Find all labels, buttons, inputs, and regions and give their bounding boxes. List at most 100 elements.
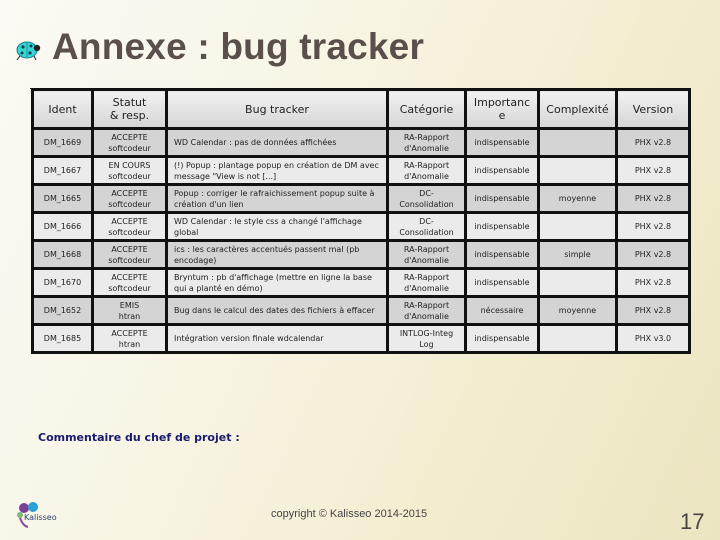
page-number: 17 [680, 509, 705, 534]
header-ident: Ident [31, 88, 94, 130]
bug-description-cell: WD Calendar : pas de données affichées [165, 127, 389, 158]
category-cell: DC-Consolidation [386, 211, 467, 242]
bug-description-text: WD Calendar : pas de données affichées [174, 138, 337, 147]
table-row[interactable]: DM_1670 ACCEPTE softcodeur Bryntum : pb d'a… [31, 267, 691, 298]
importance-cell: indispensable [464, 267, 540, 298]
version-text: PHX v2.8 [634, 306, 672, 315]
table-row[interactable]: DM_1667 EN COURS softcodeur (!) Popup : pla… [31, 155, 691, 186]
table-row[interactable]: DM_1685 ACCEPTE htran Intégration version f… [31, 323, 691, 354]
category-cell: RA-Rapport d'Anomalie [386, 267, 467, 298]
ident-cell: DM_1667 [31, 155, 94, 186]
importance-cell: indispensable [464, 211, 540, 242]
complexity-cell [537, 323, 618, 354]
status-resp: softcodeur [108, 227, 151, 237]
version-cell: PHX v2.8 [615, 127, 691, 158]
header-status: Statut & resp. [91, 88, 168, 130]
ident-text: DM_1668 [43, 250, 82, 259]
category-text: RA-Rapport d'Anomalie [403, 272, 450, 293]
ident-cell: DM_1685 [31, 323, 94, 354]
status-text: EN COURS [108, 160, 151, 170]
bug-description-cell: Bug dans le calcul des dates des fichier… [165, 295, 389, 326]
importance-cell: nécessaire [464, 295, 540, 326]
category-text: RA-Rapport d'Anomalie [403, 300, 450, 321]
header-complexity: Complexité [537, 88, 618, 130]
ident-text: DM_1652 [43, 306, 82, 315]
status-resp: softcodeur [108, 283, 151, 293]
complexity-text: moyenne [558, 306, 597, 315]
status-cell: ACCEPTE htran [91, 323, 168, 354]
complexity-cell [537, 127, 618, 158]
bug-description-text: WD Calendar : le style css a changé l'af… [174, 216, 362, 237]
importance-text: indispensable [474, 166, 530, 175]
version-cell: PHX v2.8 [615, 267, 691, 298]
header-category: Catégorie [386, 88, 467, 130]
version-cell: PHX v2.8 [615, 183, 691, 214]
importance-text: indispensable [474, 194, 530, 203]
status-text: ACCEPTE [111, 272, 148, 282]
status-cell: ACCEPTE softcodeur [91, 127, 168, 158]
importance-text: indispensable [474, 222, 530, 231]
table-row[interactable]: DM_1668 ACCEPTE softcodeur ics : les caract… [31, 239, 691, 270]
status-text: EMIS [119, 300, 140, 310]
importance-cell: indispensable [464, 239, 540, 270]
version-text: PHX v2.8 [634, 278, 672, 287]
category-text: INTLOG-Integ Log [399, 328, 454, 349]
complexity-cell [537, 211, 618, 242]
version-text: PHX v2.8 [634, 166, 672, 175]
complexity-text: simple [564, 250, 591, 259]
complexity-cell: moyenne [537, 295, 618, 326]
ident-text: DM_1669 [43, 138, 82, 147]
importance-text: nécessaire [480, 306, 524, 315]
status-text: ACCEPTE [111, 244, 148, 254]
importance-text: indispensable [474, 278, 530, 287]
category-cell: DC-Consolidation [386, 183, 467, 214]
table-row[interactable]: DM_1665 ACCEPTE softcodeur Popup : corriger… [31, 183, 691, 214]
category-cell: RA-Rapport d'Anomalie [386, 295, 467, 326]
importance-cell: indispensable [464, 155, 540, 186]
status-resp: htran [118, 339, 141, 349]
bug-description-text: Bryntum : pb d'affichage (mettre en lign… [174, 272, 372, 293]
table-row[interactable]: DM_1669 ACCEPTE softcodeur WD Calendar : pa… [31, 127, 691, 158]
table-header-row: Ident Statut & resp. Bug tracker Catégorie Im… [31, 88, 691, 130]
table-row[interactable]: DM_1666 ACCEPTE softcodeur WD Calendar : le… [31, 211, 691, 242]
table-row[interactable]: DM_1652 EMIS htran Bug dans le calcul des d… [31, 295, 691, 326]
status-text: ACCEPTE [111, 188, 148, 198]
status-cell: ACCEPTE softcodeur [91, 183, 168, 214]
category-text: RA-Rapport d'Anomalie [403, 160, 450, 181]
ident-cell: DM_1665 [31, 183, 94, 214]
bug-description-cell: (!) Popup : plantage popup en création d… [165, 155, 389, 186]
bug-description-text: Intégration version finale wdcalendar [174, 334, 324, 343]
complexity-text: moyenne [558, 194, 597, 203]
ident-text: DM_1670 [43, 278, 82, 287]
bug-description-cell: Intégration version finale wdcalendar [165, 323, 389, 354]
importance-text: indispensable [474, 138, 530, 147]
ident-text: DM_1667 [43, 166, 82, 175]
status-cell: ACCEPTE softcodeur [91, 239, 168, 270]
category-text: DC-Consolidation [399, 188, 454, 209]
status-resp: softcodeur [108, 171, 151, 181]
bug-description-text: Bug dans le calcul des dates des fichier… [174, 306, 375, 315]
bug-description-cell: Bryntum : pb d'affichage (mettre en lign… [165, 267, 389, 298]
version-cell: PHX v2.8 [615, 295, 691, 326]
category-text: DC-Consolidation [399, 216, 454, 237]
version-text: PHX v2.8 [634, 250, 672, 259]
logo-text: Kalisseo [24, 513, 57, 522]
bug-description-cell: Popup : corriger le rafraichissement pop… [165, 183, 389, 214]
category-cell: RA-Rapport d'Anomalie [386, 239, 467, 270]
status-resp: htran [118, 311, 141, 321]
ident-cell: DM_1666 [31, 211, 94, 242]
complexity-cell [537, 267, 618, 298]
version-text: PHX v2.8 [634, 194, 672, 203]
version-text: PHX v2.8 [634, 138, 672, 147]
complexity-cell [537, 155, 618, 186]
status-resp: softcodeur [108, 255, 151, 265]
importance-text: indispensable [474, 334, 530, 343]
status-resp: softcodeur [108, 143, 151, 153]
category-cell: RA-Rapport d'Anomalie [386, 127, 467, 158]
category-text: RA-Rapport d'Anomalie [403, 244, 450, 265]
version-text: PHX v2.8 [634, 222, 672, 231]
ladybug-icon [16, 41, 41, 61]
category-cell: RA-Rapport d'Anomalie [386, 155, 467, 186]
version-cell: PHX v2.8 [615, 155, 691, 186]
status-cell: ACCEPTE softcodeur [91, 211, 168, 242]
